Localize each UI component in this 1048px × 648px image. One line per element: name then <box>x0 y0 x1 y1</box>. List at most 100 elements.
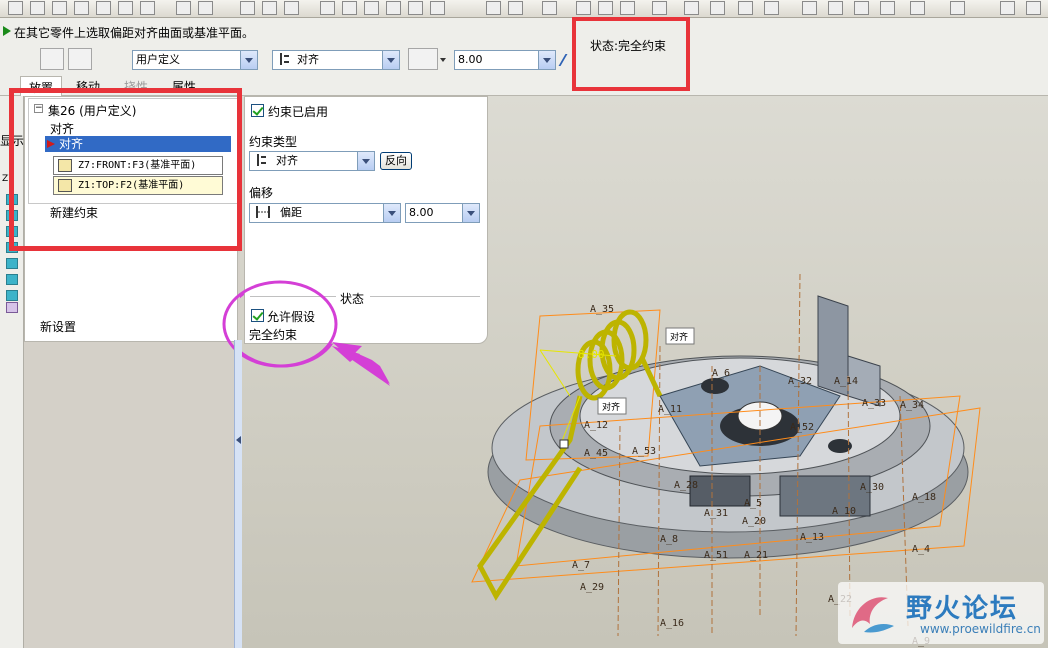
reorient-icon[interactable] <box>652 1 667 15</box>
shading-icon[interactable] <box>764 1 779 15</box>
copy-feature-icon[interactable] <box>262 1 277 15</box>
copy-icon[interactable] <box>118 1 133 15</box>
constraint-enabled-checkbox[interactable] <box>251 104 264 117</box>
constraint-type-combo[interactable]: 对齐 <box>272 50 400 70</box>
insert-here-icon[interactable] <box>6 302 18 313</box>
part-icon[interactable] <box>6 258 18 269</box>
datum-label: A_30 <box>860 482 884 493</box>
message-prompt: 在其它零件上选取偏距对齐曲面或基准平面。 <box>14 26 255 40</box>
callout-align-2: 对齐 <box>602 401 620 413</box>
extra-icon-2[interactable] <box>1026 1 1041 15</box>
spin-center-icon[interactable] <box>508 1 523 15</box>
layer-tree-icon[interactable] <box>710 1 725 15</box>
chevron-down-icon[interactable] <box>357 152 374 170</box>
chevron-down-icon[interactable] <box>240 51 257 69</box>
datum-label: A_28 <box>674 480 698 491</box>
offset-type-selected: 偏距 <box>280 206 302 219</box>
select-icon[interactable] <box>364 1 379 15</box>
csys-display-icon[interactable] <box>880 1 895 15</box>
separate-window-icon[interactable] <box>68 48 92 70</box>
flag-icon[interactable] <box>98 48 122 70</box>
paste-feature-icon[interactable] <box>284 1 299 15</box>
chevron-down-icon[interactable] <box>382 51 399 69</box>
align-icon <box>257 154 266 166</box>
assembly-constraint-icon[interactable] <box>40 48 64 70</box>
zoom-in-icon[interactable] <box>576 1 591 15</box>
offset-value-select[interactable]: 8.00 <box>405 203 480 223</box>
undo-icon[interactable] <box>176 1 191 15</box>
datum-label: A_14 <box>834 376 858 387</box>
offset-heading: 偏移 <box>249 186 274 200</box>
window-icon[interactable] <box>408 1 423 15</box>
offset-type-select[interactable]: 偏距 <box>249 203 401 223</box>
datum-label: A_10 <box>832 506 856 517</box>
saved-views-icon[interactable] <box>684 1 699 15</box>
flip-button[interactable]: 反向 <box>380 152 412 170</box>
datum-label: A_33 <box>862 398 886 409</box>
panel-collapse-bar[interactable] <box>234 340 242 648</box>
offset-value: 8.00 <box>458 53 483 66</box>
datum-label: A_35 <box>590 304 614 315</box>
part-icon[interactable] <box>6 290 18 301</box>
datum-point-display-icon[interactable] <box>854 1 869 15</box>
datum-label: A_53 <box>632 446 656 457</box>
forum-watermark: 野火论坛 www.proewildfire.cn <box>838 582 1044 644</box>
new-set-link[interactable]: 新设置 <box>40 318 76 335</box>
paste-icon[interactable] <box>140 1 155 15</box>
set-type-combo[interactable]: 用户定义 <box>132 50 258 70</box>
chevron-down-icon[interactable] <box>462 204 479 222</box>
datum-label: A_18 <box>912 492 936 503</box>
refit-icon[interactable] <box>620 1 635 15</box>
print-icon[interactable] <box>74 1 89 15</box>
prompt-arrow-icon <box>3 26 11 36</box>
datum-label: A_7 <box>572 560 590 571</box>
mechanism-block <box>689 475 751 507</box>
main-toolbar <box>0 0 1048 18</box>
close-window-icon[interactable] <box>430 1 445 15</box>
offset-type-icon[interactable] <box>408 48 438 70</box>
offset-annotation: 8.00 <box>578 348 605 361</box>
datum-axis-display-icon[interactable] <box>828 1 843 15</box>
email-icon[interactable] <box>96 1 111 15</box>
offset-value-combo[interactable]: 8.00 <box>454 50 556 70</box>
datum-label: A_16 <box>660 618 684 629</box>
part-icon[interactable] <box>6 274 18 285</box>
datum-label: A_31 <box>704 508 728 519</box>
orient-icon[interactable] <box>542 1 557 15</box>
datum-label: A_13 <box>800 532 824 543</box>
offset-type-dropdown-icon[interactable] <box>440 58 446 62</box>
status-highlight-box: 状态:完全约束 <box>572 17 690 91</box>
extra-icon[interactable] <box>1000 1 1015 15</box>
forum-logo-icon <box>852 597 894 633</box>
cut-icon[interactable] <box>240 1 255 15</box>
layer-icon[interactable] <box>386 1 401 15</box>
new-file-icon[interactable] <box>8 1 23 15</box>
datum-label: A_29 <box>580 582 604 593</box>
datum-label: A_34 <box>900 400 924 411</box>
datum-label: A_6 <box>712 368 730 379</box>
annotation-overlay <box>222 280 390 384</box>
drag-handle[interactable] <box>559 439 569 449</box>
help-icon[interactable] <box>950 1 965 15</box>
datum-label: A_51 <box>704 550 728 561</box>
chevron-down-icon[interactable] <box>383 204 400 222</box>
mechanism-block <box>779 475 871 517</box>
constraint-type-select[interactable]: 对齐 <box>249 151 375 171</box>
datum-label: A_20 <box>742 516 766 527</box>
regenerate-icon[interactable] <box>320 1 335 15</box>
redo-icon[interactable] <box>198 1 213 15</box>
zoom-out-icon[interactable] <box>598 1 613 15</box>
repaint-icon[interactable] <box>486 1 501 15</box>
view-manager-icon[interactable] <box>738 1 753 15</box>
chevron-down-icon[interactable] <box>538 51 555 69</box>
open-file-icon[interactable] <box>30 1 45 15</box>
find-icon[interactable] <box>342 1 357 15</box>
spin-center-display-icon[interactable] <box>910 1 925 15</box>
constraint-type-value: 对齐 <box>297 53 319 66</box>
callout-align-1: 对齐 <box>670 331 688 343</box>
constraint-enabled-label: 约束已启用 <box>268 105 329 119</box>
constraint-type-selected: 对齐 <box>276 154 298 167</box>
datum-plane-display-icon[interactable] <box>802 1 817 15</box>
offset-icon <box>256 206 270 218</box>
save-icon[interactable] <box>52 1 67 15</box>
